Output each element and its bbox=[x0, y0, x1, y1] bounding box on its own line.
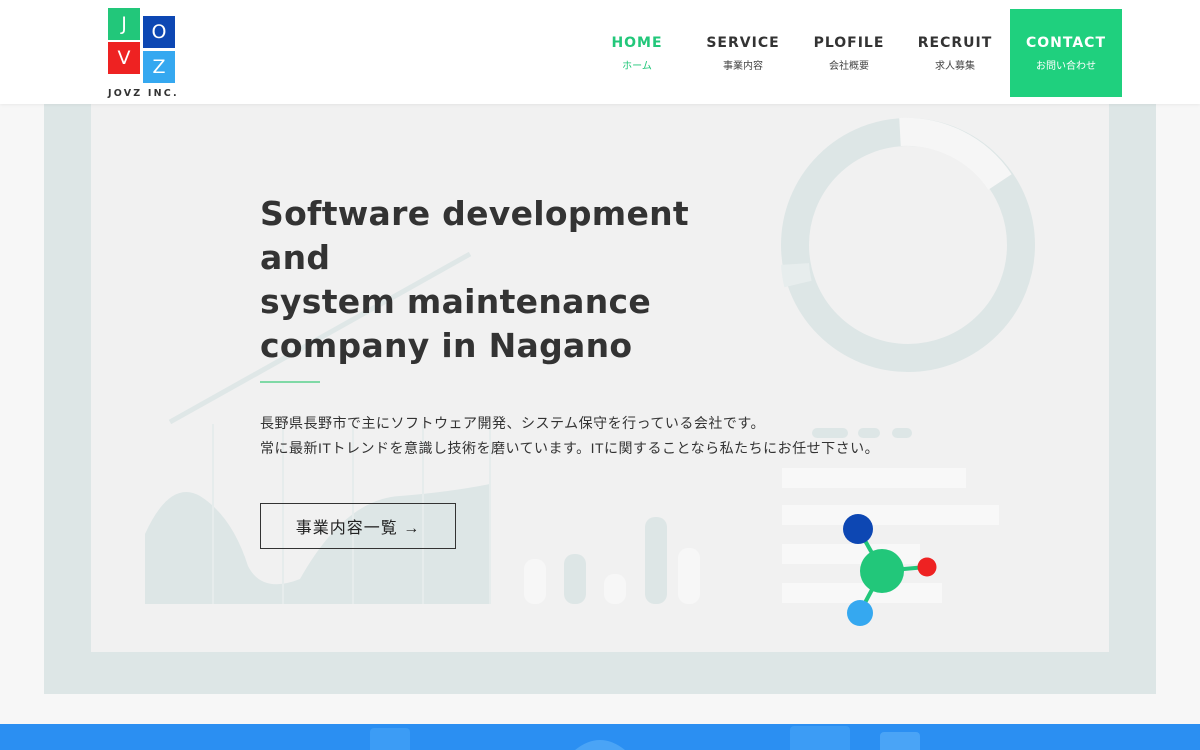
hero-title-underline bbox=[260, 381, 320, 383]
nav-label-en: HOME bbox=[611, 34, 663, 51]
bg-donut-light-segment bbox=[781, 262, 812, 288]
nav-item-profile[interactable]: PLOFILE 会社概要 bbox=[796, 9, 902, 97]
hero-title-line: Software development bbox=[260, 194, 690, 233]
molecule-node-blue bbox=[847, 600, 873, 626]
nav-item-service[interactable]: SERVICE 事業内容 bbox=[690, 9, 796, 97]
hero-title-line: system maintenance bbox=[260, 282, 652, 321]
hero-description: 長野県長野市で主にソフトウェア開発、システム保守を行っている会社です。 常に最新… bbox=[260, 411, 879, 461]
nav-label-ja: 求人募集 bbox=[935, 60, 975, 72]
logo-company-name: JOVZ INC. bbox=[108, 88, 179, 99]
nav-label-en: SERVICE bbox=[706, 34, 780, 51]
bg-bar bbox=[645, 517, 667, 604]
nav-label-en: CONTACT bbox=[1025, 34, 1106, 51]
service-list-button[interactable]: 事業内容一覧 → bbox=[260, 503, 456, 549]
bg-list-bar bbox=[782, 468, 966, 488]
bg-pill bbox=[892, 428, 912, 438]
bg-bar bbox=[678, 548, 700, 604]
hero-description-line: 長野県長野市で主にソフトウェア開発、システム保守を行っている会社です。 bbox=[260, 415, 765, 431]
logo-letter-z: Z bbox=[143, 51, 175, 83]
bg-list-bar bbox=[782, 505, 999, 525]
logo-letter-j: J bbox=[108, 8, 140, 40]
bg-bar bbox=[564, 554, 586, 604]
bg-list-bar bbox=[782, 583, 942, 603]
molecule-node-navy bbox=[843, 514, 873, 544]
molecule-node-green bbox=[860, 549, 904, 593]
next-section-band bbox=[0, 724, 1200, 750]
molecule-node-red bbox=[917, 557, 937, 577]
hero-title-line: company in Nagano bbox=[260, 326, 633, 365]
nav-label-en: RECRUIT bbox=[917, 34, 993, 51]
logo-mark: J O V Z bbox=[108, 8, 176, 84]
logo-letter-o: O bbox=[143, 16, 175, 48]
site-header: J O V Z JOVZ INC. HOME ホーム SERVICE 事業内容 … bbox=[0, 0, 1200, 104]
main-nav: HOME ホーム SERVICE 事業内容 PLOFILE 会社概要 RECRU… bbox=[584, 9, 1122, 97]
nav-label-en: PLOFILE bbox=[813, 34, 885, 51]
nav-item-recruit[interactable]: RECRUIT 求人募集 bbox=[902, 9, 1008, 97]
nav-item-home[interactable]: HOME ホーム bbox=[584, 9, 690, 97]
logo-letter-v: V bbox=[108, 42, 140, 74]
bg-bar bbox=[524, 559, 546, 604]
nav-label-ja: 会社概要 bbox=[829, 60, 869, 72]
nav-label-ja: ホーム bbox=[622, 60, 652, 72]
hero-section: Software development and system maintena… bbox=[0, 104, 1200, 724]
bg-bar bbox=[604, 574, 626, 604]
nav-label-ja: お問い合わせ bbox=[1036, 60, 1096, 72]
band-decoration bbox=[370, 726, 920, 750]
hero-description-line: 常に最新ITトレンドを意識し技術を磨いています。ITに関することなら私たちにお任… bbox=[260, 440, 880, 456]
nav-label-ja: 事業内容 bbox=[723, 60, 763, 72]
hero-title: Software development and system maintena… bbox=[260, 192, 689, 368]
hero-title-line: and bbox=[260, 238, 331, 277]
company-logo[interactable]: J O V Z JOVZ INC. bbox=[108, 8, 178, 99]
nav-contact-button[interactable]: CONTACT お問い合わせ bbox=[1010, 9, 1122, 97]
